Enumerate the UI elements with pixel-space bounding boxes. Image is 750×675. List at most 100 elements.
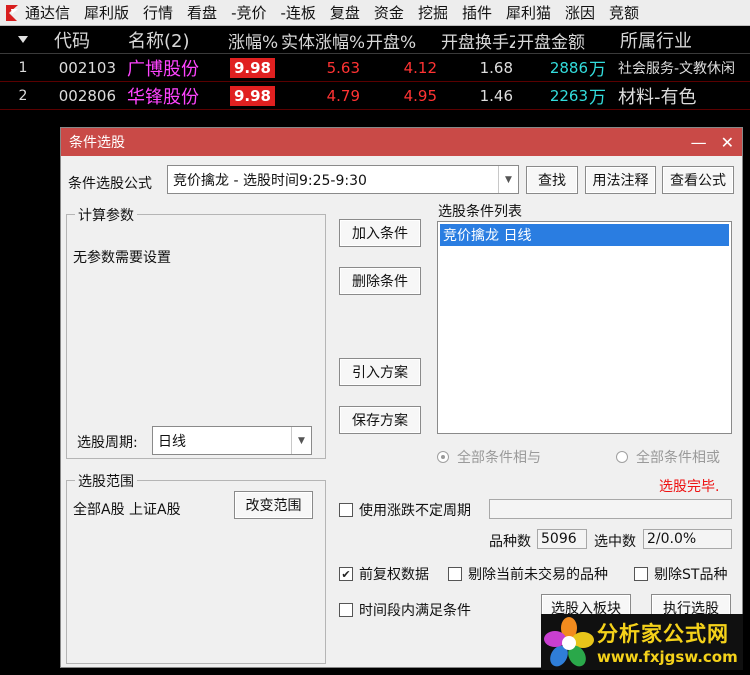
exclude-st-checkbox[interactable]: 剔除ST品种 [634,564,727,584]
menu-item-reason[interactable]: 涨因 [558,0,602,26]
params-group-title: 计算参数 [75,205,137,225]
row-open-amount-value: 2263 [549,86,588,105]
row-change: 9.98 [226,54,279,81]
menu-item-watch[interactable]: 看盘 [180,0,224,26]
params-group: 计算参数 无参数需要设置 选股周期: 日线 ▼ [66,205,326,459]
forward-adjust-checkbox[interactable]: ✔ 前复权数据 [339,564,429,584]
uncertain-period-label: 使用涨跌不定周期 [359,503,471,519]
row-open-amount: 2263 万 [515,82,610,109]
formula-combo[interactable]: 竞价擒龙 - 选股时间9:25-9:30 ▼ [167,165,519,194]
chevron-down-icon[interactable]: ▼ [498,166,518,193]
row-name: 华锋股份 [127,86,199,108]
add-condition-button[interactable]: 加入条件 [339,219,421,247]
row-open-change: 4.95 [403,86,437,105]
exclude-untraded-checkbox[interactable]: 剔除当前未交易的品种 [448,564,608,584]
row-index: 2 [18,87,28,104]
checkbox-checked-icon: ✔ [339,567,353,581]
minimize-icon[interactable]: — [691,133,707,152]
radio-all-and[interactable]: 全部条件相与 [437,447,541,467]
period-combo[interactable]: 日线 ▼ [152,426,312,455]
condition-select-dialog: 条件选股 — ✕ 条件选股公式 竞价擒龙 - 选股时间9:25-9:30 ▼ 查… [60,127,743,668]
uncertain-period-checkbox[interactable]: 使用涨跌不定周期 [339,500,471,520]
header-industry[interactable]: 所属行业 [614,27,750,53]
exclude-st-label: 剔除ST品种 [654,567,728,583]
sort-arrow-icon[interactable] [0,27,46,53]
header-code[interactable]: 代码 [46,27,122,53]
radio-all-and-label: 全部条件相与 [457,450,541,466]
range-value: 全部A股 上证A股 [73,502,181,518]
header-body-change[interactable]: 实体涨幅% [279,27,364,53]
row-change-value: 9.98 [229,57,275,78]
dialog-title: 条件选股 [69,135,125,151]
stock-table: 代码 名称(2) 涨幅% 实体涨幅% 开盘% 开盘换手Z 开盘金额 所属行业 1… [0,27,750,110]
watermark-logo: 分析家公式网 www.fxjgsw.com [541,614,743,670]
header-open-turnover[interactable]: 开盘换手Z [439,27,515,53]
table-row[interactable]: 2 002806 华锋股份 9.98 4.79 4.95 1.46 2263 万 … [0,82,750,110]
menu-item-mining[interactable]: 挖掘 [411,0,455,26]
no-params-text: 无参数需要设置 [73,250,171,266]
list-item[interactable]: 竞价擒龙 日线 [440,224,729,246]
menu-item-consecutive[interactable]: -连板 [273,0,322,26]
row-code: 002806 [58,86,116,105]
checkbox-unchecked-icon [634,567,648,581]
delete-condition-button[interactable]: 删除条件 [339,267,421,295]
menu-item-tdx[interactable]: 通达信 [22,0,77,26]
row-body-change: 4.79 [326,86,360,105]
menu-item-xili[interactable]: 犀利版 [77,0,136,26]
watermark-text: 分析家公式网 www.fxjgsw.com [597,618,738,666]
menu-item-bid-amount[interactable]: 竞额 [602,0,646,26]
save-scheme-button[interactable]: 保存方案 [339,406,421,434]
watermark-url: www.fxjgsw.com [597,648,738,666]
status-text: 选股完毕. [659,479,720,495]
row-open-change: 4.12 [403,58,437,77]
menu-item-auction[interactable]: -竞价 [224,0,273,26]
row-index: 1 [18,59,28,76]
menu-item-funds[interactable]: 资金 [367,0,411,26]
row-open-amount: 2886 万 [515,54,610,81]
period-combo-value: 日线 [158,433,186,450]
menu-item-quotes[interactable]: 行情 [136,0,180,26]
condition-list[interactable]: 竞价擒龙 日线 [437,221,732,434]
menu-item-plugins[interactable]: 插件 [455,0,499,26]
count-label: 品种数 [489,534,531,550]
time-period-label: 时间段内满足条件 [359,603,471,619]
find-button[interactable]: 查找 [526,166,578,194]
radio-all-or-label: 全部条件相或 [636,450,720,466]
close-icon[interactable]: ✕ [721,133,734,152]
checkbox-unchecked-icon [339,603,353,617]
table-row[interactable]: 1 002103 广博股份 9.98 5.63 4.12 1.68 2886 万 … [0,54,750,82]
selected-value: 2/0.0% [643,529,732,549]
menu-item-review[interactable]: 复盘 [323,0,367,26]
menu-item-xilimao[interactable]: 犀利猫 [499,0,558,26]
row-change-value: 9.98 [229,85,275,106]
radio-unchecked-icon [616,451,628,463]
table-header: 代码 名称(2) 涨幅% 实体涨幅% 开盘% 开盘换手Z 开盘金额 所属行业 [0,27,750,54]
chevron-down-icon[interactable]: ▼ [291,427,311,454]
header-change[interactable]: 涨幅% [226,27,279,53]
uncertain-period-input[interactable] [489,499,732,519]
radio-all-or[interactable]: 全部条件相或 [616,447,720,467]
row-code: 002103 [58,58,116,77]
row-name: 广博股份 [127,58,199,80]
dialog-titlebar[interactable]: 条件选股 — ✕ [61,128,742,156]
header-open-amount[interactable]: 开盘金额 [515,27,610,53]
menu-bar: 通达信 犀利版 行情 看盘 -竞价 -连板 复盘 资金 挖掘 插件 犀利猫 涨因… [0,0,750,26]
range-group-title: 选股范围 [75,471,137,491]
flower-logo-icon [541,614,597,670]
row-industry: 材料-有色 [618,86,697,108]
time-period-checkbox[interactable]: 时间段内满足条件 [339,600,471,620]
row-open-turnover: 1.46 [479,86,513,105]
usage-notes-button[interactable]: 用法注释 [585,166,656,194]
change-range-button[interactable]: 改变范围 [234,491,313,519]
range-group: 选股范围 全部A股 上证A股 改变范围 [66,471,326,664]
header-name[interactable]: 名称(2) [124,27,224,53]
view-formula-button[interactable]: 查看公式 [662,166,734,194]
row-open-amount-unit: 万 [589,88,606,108]
count-value: 5096 [537,529,587,549]
formula-combo-value: 竞价擒龙 - 选股时间9:25-9:30 [173,172,367,189]
header-open-change[interactable]: 开盘% [364,27,439,53]
window-controls: — ✕ [691,133,734,152]
checkbox-unchecked-icon [448,567,462,581]
import-scheme-button[interactable]: 引入方案 [339,358,421,386]
forward-adjust-label: 前复权数据 [359,567,429,583]
